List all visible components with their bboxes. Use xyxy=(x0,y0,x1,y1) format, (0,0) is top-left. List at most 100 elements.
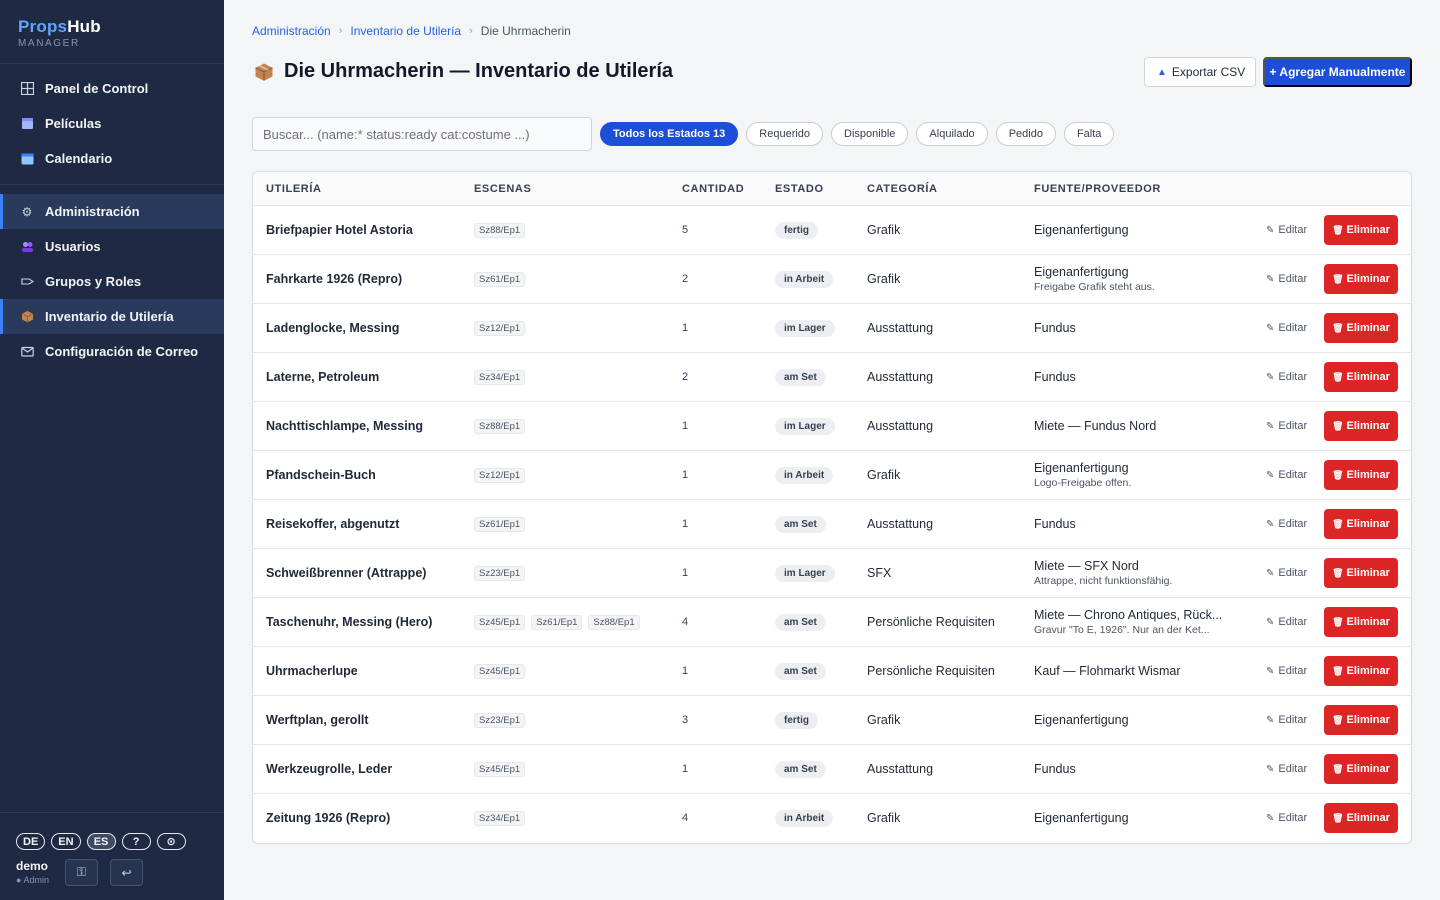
source-note: Freigabe Grafik steht aus. xyxy=(1034,281,1155,293)
logout-button[interactable]: ↩ xyxy=(110,859,143,886)
scene-list: Sz12/Ep1 xyxy=(474,451,526,499)
prop-name: Nachttischlampe, Messing xyxy=(266,419,423,433)
edit-button[interactable]: ✎ Editar xyxy=(1266,745,1307,793)
delete-label: Eliminar xyxy=(1346,469,1390,481)
grid-icon xyxy=(20,82,34,96)
quantity: 1 xyxy=(682,567,689,579)
pencil-icon: ✎ xyxy=(1266,371,1275,383)
package-icon xyxy=(20,310,34,324)
trash-icon: 🗑 xyxy=(1332,665,1344,676)
trash-icon: 🗑 xyxy=(1332,518,1344,529)
delete-button[interactable]: 🗑 Eliminar xyxy=(1324,754,1398,784)
page-title-text: Die Uhrmacherin — Inventario de Utilería xyxy=(284,60,673,82)
prop-name: Briefpapier Hotel Astoria xyxy=(266,223,413,237)
nav-item-administration[interactable]: ⚙ Administración xyxy=(0,194,224,229)
edit-button[interactable]: ✎ Editar xyxy=(1266,500,1307,548)
edit-button[interactable]: ✎ Editar xyxy=(1266,304,1307,352)
scene-list: Sz45/Ep1 xyxy=(474,745,526,793)
delete-button[interactable]: 🗑 Eliminar xyxy=(1324,313,1398,343)
clapperboard-icon xyxy=(20,117,34,131)
breadcrumb-administration[interactable]: Administración xyxy=(252,24,331,38)
quantity: 3 xyxy=(682,714,689,726)
help-button[interactable]: ? xyxy=(121,833,151,850)
pencil-icon: ✎ xyxy=(1266,420,1275,432)
edit-button[interactable]: ✎ Editar xyxy=(1266,353,1307,401)
delete-button[interactable]: 🗑 Eliminar xyxy=(1324,656,1398,686)
key-button[interactable]: ⚿ xyxy=(65,859,98,886)
edit-button[interactable]: ✎ Editar xyxy=(1266,451,1307,499)
status-filters: Todos los Estados 13 Requerido Disponibl… xyxy=(600,122,1115,146)
filter-missing[interactable]: Falta xyxy=(1063,122,1115,146)
trash-icon: 🗑 xyxy=(1332,322,1344,333)
column-header-source[interactable]: FUENTE/PROVEEDOR xyxy=(1034,183,1161,195)
calendar-icon xyxy=(20,152,34,166)
filter-ordered[interactable]: Pedido xyxy=(995,122,1056,146)
delete-label: Eliminar xyxy=(1346,616,1390,628)
brand-logo[interactable]: PropsHub xyxy=(18,17,206,37)
nav-item-groups-roles[interactable]: Grupos y Roles xyxy=(0,264,224,299)
nav-item-dashboard[interactable]: Panel de Control xyxy=(0,71,224,106)
status-cell: fertig xyxy=(775,696,818,744)
status-cell: am Set xyxy=(775,647,826,695)
delete-button[interactable]: 🗑 Eliminar xyxy=(1324,803,1398,833)
filter-required[interactable]: Requerido xyxy=(746,122,824,146)
delete-button[interactable]: 🗑 Eliminar xyxy=(1324,607,1398,637)
export-csv-button[interactable]: ▲ Exportar CSV xyxy=(1144,57,1257,87)
brand-subtitle: MANAGER xyxy=(18,38,80,49)
delete-button[interactable]: 🗑 Eliminar xyxy=(1324,411,1398,441)
edit-button[interactable]: ✎ Editar xyxy=(1266,402,1307,450)
source-cell: Eigenanfertigung xyxy=(1034,696,1234,744)
delete-label: Eliminar xyxy=(1346,322,1390,334)
search-input[interactable] xyxy=(252,117,592,151)
edit-button[interactable]: ✎ Editar xyxy=(1266,255,1307,303)
nav-item-calendar[interactable]: Calendario xyxy=(0,141,224,176)
edit-button[interactable]: ✎ Editar xyxy=(1266,647,1307,695)
nav-label: Administración xyxy=(45,204,140,219)
column-header-name[interactable]: UTILERÍA xyxy=(266,183,322,195)
package-icon xyxy=(254,62,274,82)
theme-toggle-button[interactable]: ⊙ xyxy=(156,833,186,850)
filter-rented[interactable]: Alquilado xyxy=(916,122,988,146)
scene-list: Sz45/Ep1 Sz61/Ep1 Sz88/Ep1 xyxy=(474,598,640,646)
delete-button[interactable]: 🗑 Eliminar xyxy=(1324,558,1398,588)
delete-button[interactable]: 🗑 Eliminar xyxy=(1324,460,1398,490)
status-badge: fertig xyxy=(775,221,818,239)
edit-button[interactable]: ✎ Editar xyxy=(1266,206,1307,254)
scene-tag: Sz61/Ep1 xyxy=(474,516,526,532)
delete-button[interactable]: 🗑 Eliminar xyxy=(1324,362,1398,392)
column-header-category[interactable]: CATEGORÍA xyxy=(867,183,938,195)
breadcrumb-props-inventory[interactable]: Inventario de Utilería xyxy=(350,24,461,38)
lang-de-button[interactable]: DE xyxy=(16,833,46,850)
delete-button[interactable]: 🗑 Eliminar xyxy=(1324,264,1398,294)
delete-button[interactable]: 🗑 Eliminar xyxy=(1324,509,1398,539)
prop-name: Fahrkarte 1926 (Repro) xyxy=(266,272,403,286)
trash-icon: 🗑 xyxy=(1332,273,1344,284)
add-manual-button[interactable]: + Agregar Manualmente xyxy=(1263,57,1412,87)
filter-all[interactable]: Todos los Estados 13 xyxy=(600,122,739,146)
filter-available[interactable]: Disponible xyxy=(831,122,909,146)
delete-label: Eliminar xyxy=(1346,518,1390,530)
edit-button[interactable]: ✎ Editar xyxy=(1266,794,1307,842)
column-header-scenes[interactable]: ESCENAS xyxy=(474,183,531,195)
category: Ausstattung xyxy=(867,321,934,335)
lang-en-button[interactable]: EN xyxy=(51,833,81,850)
delete-button[interactable]: 🗑 Eliminar xyxy=(1324,215,1398,245)
pencil-icon: ✎ xyxy=(1266,469,1275,481)
lang-es-button[interactable]: ES xyxy=(86,833,116,850)
scene-tag: Sz34/Ep1 xyxy=(474,810,526,826)
quantity: 1 xyxy=(682,469,689,481)
edit-button[interactable]: ✎ Editar xyxy=(1266,696,1307,744)
nav-item-users[interactable]: Usuarios xyxy=(0,229,224,264)
column-header-status[interactable]: ESTADO xyxy=(775,183,824,195)
users-icon xyxy=(20,240,34,254)
nav-item-props-inventory[interactable]: Inventario de Utilería xyxy=(0,299,224,334)
nav-item-mail-settings[interactable]: Configuración de Correo xyxy=(0,334,224,369)
nav-item-movies[interactable]: Películas xyxy=(0,106,224,141)
edit-button[interactable]: ✎ Editar xyxy=(1266,598,1307,646)
edit-button[interactable]: ✎ Editar xyxy=(1266,549,1307,597)
pencil-icon: ✎ xyxy=(1266,567,1275,579)
quantity: 4 xyxy=(682,616,689,628)
delete-button[interactable]: 🗑 Eliminar xyxy=(1324,705,1398,735)
prop-name: Taschenuhr, Messing (Hero) xyxy=(266,615,433,629)
column-header-quantity[interactable]: CANTIDAD xyxy=(682,183,744,195)
